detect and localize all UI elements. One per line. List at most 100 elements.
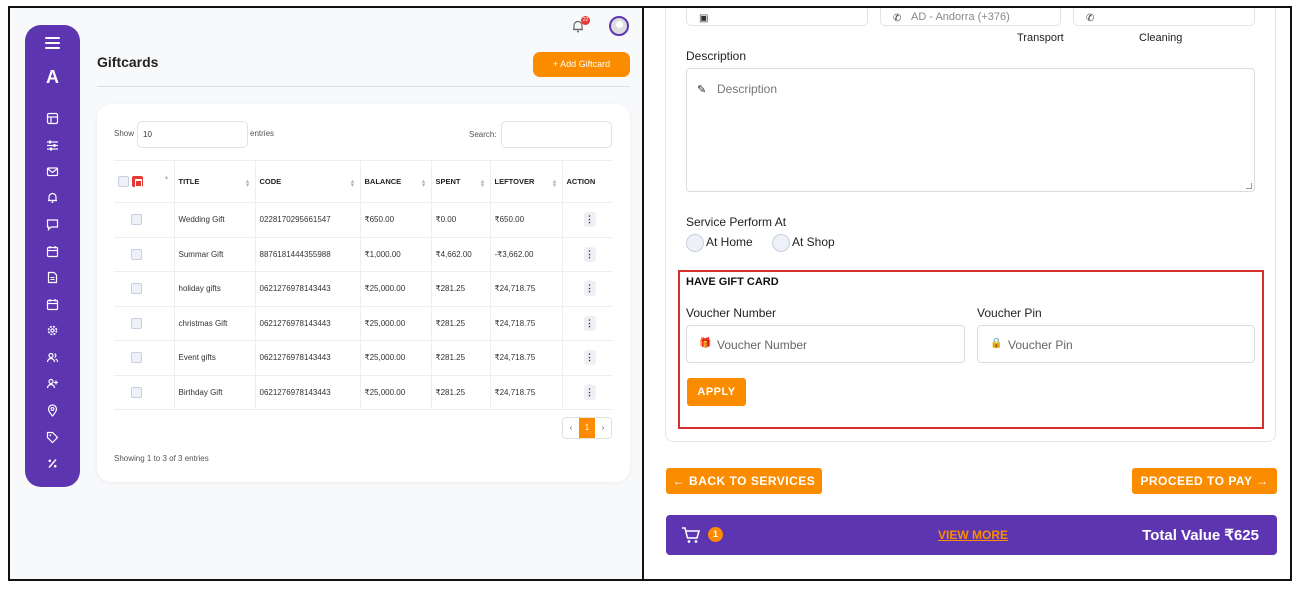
row-actions-menu-icon[interactable]: ⋮	[583, 384, 596, 400]
chat-icon[interactable]	[46, 218, 59, 231]
row-actions-menu-icon[interactable]: ⋮	[583, 281, 596, 297]
sliders-icon[interactable]	[46, 139, 59, 152]
calendar-alt-icon[interactable]	[46, 298, 59, 311]
phone-field[interactable]: ✆	[1073, 8, 1255, 26]
row-actions-menu-icon[interactable]: ⋮	[583, 350, 596, 366]
apply-button[interactable]: APPLY	[687, 378, 746, 406]
pencil-icon: ✎	[697, 84, 707, 96]
calendar-icon: ▣	[699, 13, 709, 24]
prev-page-button[interactable]: ‹	[563, 418, 579, 438]
gear-icon[interactable]	[46, 324, 59, 337]
column-header-spent[interactable]: SPENT ▲ ▼	[431, 160, 491, 203]
page-1-button[interactable]: 1	[579, 418, 595, 438]
table-row: Birthday Gift 0621276978143443 ₹25,000.0…	[114, 374, 612, 410]
proceed-to-pay-button[interactable]: PROCEED TO PAY →	[1132, 468, 1277, 494]
row-checkbox[interactable]	[131, 283, 142, 295]
add-giftcard-button[interactable]: + Add Giftcard	[533, 52, 630, 77]
sort-icon: ▲ ▼	[244, 179, 251, 189]
voucher-number-input[interactable]: 🎁 Voucher Number	[686, 325, 965, 363]
table-row: holiday gifts 0621276978143443 ₹25,000.0…	[114, 271, 612, 306]
at-home-radio[interactable]	[686, 234, 704, 252]
voucher-pin-label: Voucher Pin	[977, 306, 1042, 320]
location-icon[interactable]	[46, 404, 59, 417]
pagination: ‹ 1 ›	[562, 417, 612, 439]
voucher-pin-input[interactable]: 🔒 Voucher Pin	[977, 325, 1255, 363]
show-label: Show	[114, 129, 135, 138]
view-more-link[interactable]: VIEW MORE	[938, 528, 1008, 542]
showing-info: Showing 1 to 3 of 3 entries	[114, 454, 209, 463]
sort-icon: ▲ ▼	[479, 179, 486, 189]
entries-label: entries	[250, 129, 275, 138]
row-actions-menu-icon[interactable]: ⋮	[583, 315, 596, 331]
user-plus-icon[interactable]	[46, 377, 59, 390]
row-actions-menu-icon[interactable]: ⋮	[583, 246, 596, 262]
total-value: Total Value ₹625	[1142, 527, 1259, 544]
table-row: Summar Gift 8876181444355988 ₹1,000.00 ₹…	[114, 236, 612, 272]
column-header-title[interactable]: TITLE ▲ ▼	[174, 160, 256, 203]
mail-icon[interactable]	[46, 165, 59, 178]
row-actions-menu-icon[interactable]: ⋮	[583, 212, 596, 228]
next-page-button[interactable]: ›	[595, 418, 611, 438]
at-home-label: At Home	[706, 235, 753, 249]
gift-card-title: HAVE GIFT CARD	[686, 276, 779, 288]
hamburger-menu-icon[interactable]	[45, 37, 60, 49]
row-checkbox[interactable]	[131, 352, 142, 364]
booking-panel: ▣ ✆ AD - Andorra (+376) ✆ Transport Clea…	[644, 8, 1290, 579]
sort-icon: ▲ ▼	[420, 179, 427, 189]
cart-summary-bar: 1 VIEW MORE Total Value ₹625	[666, 515, 1277, 555]
giftcards-table: ▲ TITLE ▲ ▼ CODE ▲ ▼ BALANCE ▲ ▼ SPENT ▲ ▼ LEFTO…	[114, 160, 612, 410]
avatar[interactable]	[609, 16, 629, 36]
sort-icon[interactable]: ▲	[164, 175, 170, 181]
giftcards-panel: A 22 Giftcards + Add Giftcard Show 10 en…	[10, 8, 642, 579]
table-row: Wedding Gift 0228170295661547 ₹650.00 ₹0…	[114, 202, 612, 237]
resize-handle[interactable]	[1246, 183, 1252, 189]
select-column-header: ▲	[114, 160, 175, 203]
column-header-leftover[interactable]: LEFTOVER ▲ ▼	[490, 160, 563, 203]
date-field[interactable]: ▣	[686, 8, 868, 26]
table-row: christmas Gift 0621276978143443 ₹25,000.…	[114, 305, 612, 341]
divider	[97, 86, 630, 87]
description-label: Description	[686, 49, 747, 63]
sort-icon: ▲ ▼	[551, 179, 558, 189]
notification-badge: 22	[581, 16, 590, 25]
cleaning-label: Cleaning	[1139, 32, 1183, 44]
sidebar: A	[25, 25, 80, 487]
bell-icon[interactable]	[46, 191, 59, 204]
back-to-services-button[interactable]: ← BACK TO SERVICES	[666, 468, 822, 494]
phone-icon: ✆	[1086, 13, 1095, 24]
users-icon[interactable]	[46, 351, 59, 364]
calendar-icon[interactable]	[46, 245, 59, 258]
app-logo: A	[46, 67, 59, 87]
select-all-checkbox[interactable]	[118, 176, 129, 187]
row-checkbox[interactable]	[131, 317, 142, 329]
column-header-balance[interactable]: BALANCE ▲ ▼	[360, 160, 432, 203]
page-title: Giftcards	[97, 54, 159, 70]
row-checkbox[interactable]	[131, 386, 142, 398]
table-row: Event gifts 0621276978143443 ₹25,000.00 …	[114, 340, 612, 375]
row-checkbox[interactable]	[131, 214, 142, 226]
country-code-select[interactable]: ✆ AD - Andorra (+376)	[880, 8, 1061, 26]
lock-icon: 🔒	[990, 338, 1003, 349]
cart-count-badge: 1	[708, 527, 723, 542]
description-textarea[interactable]: ✎ Description	[686, 68, 1255, 192]
giftcards-table-card: Show 10 entries Search: ▲ TITLE ▲ ▼ CODE ▲ ▼…	[97, 104, 630, 482]
delete-icon[interactable]	[132, 176, 143, 187]
search-label: Search:	[469, 130, 497, 139]
service-perform-label: Service Perform At	[686, 215, 787, 229]
document-icon[interactable]	[46, 271, 59, 284]
column-header-code[interactable]: CODE ▲ ▼	[255, 160, 361, 203]
entries-per-page-select[interactable]: 10	[137, 121, 248, 148]
transport-label: Transport	[1017, 32, 1064, 44]
at-shop-radio[interactable]	[772, 234, 790, 252]
at-shop-label: At Shop	[792, 235, 835, 249]
tag-icon[interactable]	[46, 431, 59, 444]
percent-icon[interactable]	[46, 457, 59, 470]
column-header-action: ACTION	[562, 160, 612, 203]
sort-icon: ▲ ▼	[349, 179, 356, 189]
layout-icon[interactable]	[46, 112, 59, 125]
row-checkbox[interactable]	[131, 248, 142, 260]
voucher-number-label: Voucher Number	[686, 306, 777, 320]
cart-icon[interactable]	[681, 525, 701, 545]
gift-icon: 🎁	[699, 338, 712, 349]
search-input[interactable]	[501, 121, 612, 148]
